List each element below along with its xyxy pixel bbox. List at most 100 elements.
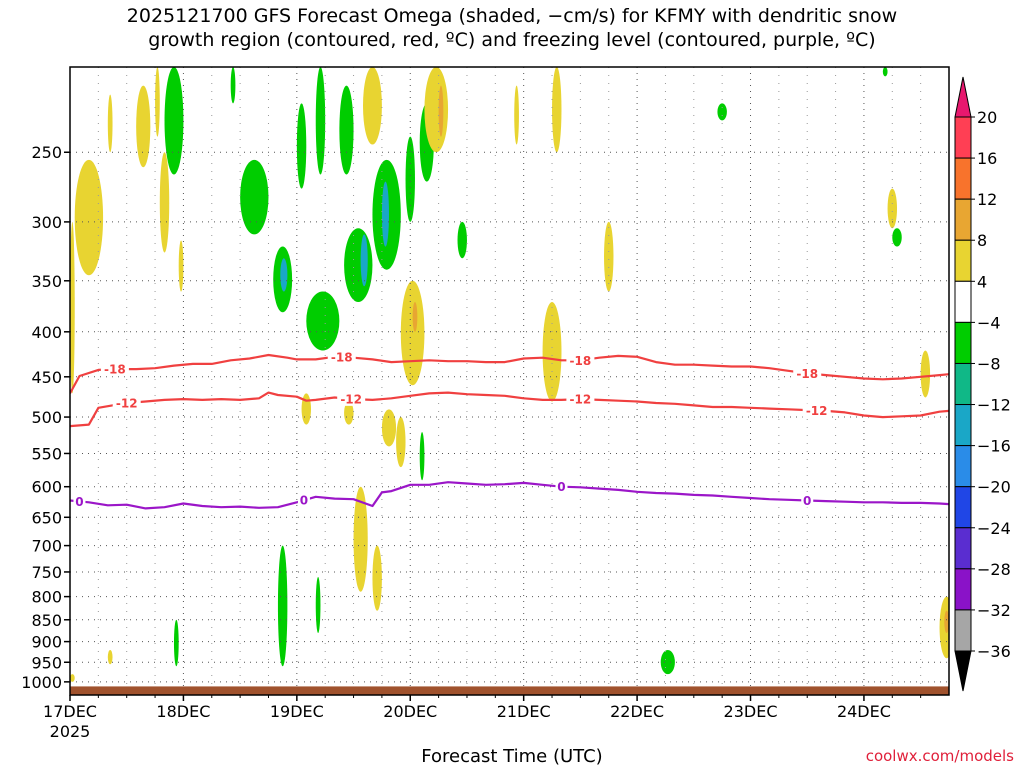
y-tick-label: 250 [31, 143, 62, 162]
colorbar-label: −16 [977, 437, 1011, 456]
contour-label: 0 [803, 494, 811, 508]
colorbar-swatch [954, 404, 972, 447]
colorbar-swatch [954, 568, 972, 611]
x-tick-label: 19DEC [270, 702, 324, 721]
y-tick-label: 450 [31, 368, 62, 387]
omega-cell [882, 67, 888, 77]
contour-label: -12 [806, 404, 828, 418]
contour-label: -18 [331, 351, 353, 365]
contour-label: -12 [340, 392, 362, 406]
omega-cell [107, 94, 113, 153]
y-tick-label: 900 [31, 633, 62, 652]
contour-line [70, 481, 949, 510]
chart-svg: -18 -18 -18 -18 -12 -12 -12 -12 0 0 0 0 250 300 350 40… [21, 66, 1011, 741]
omega-cell [315, 577, 321, 634]
plot-frame [69, 66, 950, 696]
x-tick-label: 22DEC [610, 702, 664, 721]
colorbar-top-arrow [954, 76, 972, 118]
colorbar-label: −32 [977, 601, 1011, 620]
omega-cell [396, 417, 406, 468]
omega-cell [178, 240, 184, 292]
y-tick-label: 950 [31, 653, 62, 672]
colorbar-swatch [954, 239, 972, 282]
colorbar-label: −12 [977, 396, 1011, 415]
omega-cell [424, 67, 449, 153]
y-tick-label: 300 [31, 213, 62, 232]
omega-cell [363, 67, 382, 145]
colorbar: 20 16 12 8 4 −4 −8 −12 −16 −20 −24 −28 −32 −36 [954, 76, 1011, 692]
contour-label: -12 [570, 393, 592, 407]
x-tick-label: 24DEC [837, 702, 891, 721]
omega-cell [400, 280, 425, 386]
omega-cell [412, 302, 418, 332]
colorbar-swatch [954, 609, 972, 652]
terrain-band [70, 686, 949, 695]
y-tick-label: 650 [31, 508, 62, 527]
colorbar-label: −4 [977, 313, 1001, 332]
contour-label: -12 [116, 397, 138, 411]
colorbar-swatch [954, 527, 972, 570]
contour-label: -18 [104, 363, 126, 377]
omega-cell [381, 181, 389, 247]
omega-cell [892, 228, 902, 247]
omega-cell [280, 258, 288, 292]
contour-label: 0 [557, 480, 565, 494]
contour-label: 0 [75, 495, 83, 509]
omega-cell [405, 136, 415, 222]
colorbar-swatch [954, 116, 972, 159]
omega-cell [107, 650, 113, 665]
colorbar-label: 20 [977, 108, 997, 127]
omega-cell [173, 619, 179, 667]
omega-cell [164, 67, 184, 175]
colorbar-label: −36 [977, 642, 1011, 661]
y-tick-label: 500 [31, 408, 62, 427]
x-tick-label: 23DEC [724, 702, 778, 721]
colorbar-label: −28 [977, 560, 1011, 579]
omega-cell [419, 432, 425, 481]
terrain [70, 686, 949, 695]
omega-cell [344, 228, 373, 303]
y-tick-label: 850 [31, 611, 62, 630]
omega-cell [660, 650, 675, 675]
omega-cell [136, 85, 151, 168]
omega-cell [155, 67, 160, 137]
colorbar-swatch [954, 280, 972, 323]
y-tick-label: 350 [31, 272, 62, 291]
y-axis-ticks: 250 300 350 400 450 500 550 600 650 700 750 800 850 9… [21, 143, 70, 692]
colorbar-label: −24 [977, 519, 1011, 538]
omega-cell [301, 393, 312, 425]
omega-cell [514, 85, 519, 145]
omega-cell [315, 67, 326, 175]
y-tick-label: 550 [31, 444, 62, 463]
omega-cell [604, 221, 614, 292]
x-axis-ticks: 17DEC2025 18DEC 19DEC 20DEC 21DEC 22DEC 23DEC 2… [43, 695, 922, 741]
colorbar-swatch [954, 362, 972, 406]
omega-cell [159, 152, 170, 253]
colorbar-label: 8 [977, 231, 987, 250]
omega-cell [240, 159, 269, 235]
grid [69, 67, 949, 695]
colorbar-label: −20 [977, 478, 1011, 497]
omega-cell [438, 85, 444, 137]
colorbar-swatch [954, 486, 972, 529]
x-tick-label: 17DEC [43, 702, 97, 721]
contours: -18 -18 -18 -18 -12 -12 -12 -12 0 0 0 0 [70, 350, 949, 510]
omega-cell [920, 350, 931, 398]
omega-cell [230, 67, 236, 104]
credit-text[interactable]: coolwx.com/models [866, 747, 1014, 765]
omega-cell [542, 302, 562, 402]
omega-cell [360, 234, 368, 287]
omega-cell [306, 291, 340, 351]
y-tick-label: 800 [31, 588, 62, 607]
omega-cell [552, 67, 562, 153]
colorbar-label: 16 [977, 149, 997, 168]
y-tick-label: 1000 [21, 673, 62, 692]
omega-cell [277, 545, 288, 667]
colorbar-bottom-arrow [954, 650, 972, 692]
x-tick-label: 18DEC [156, 702, 210, 721]
x-tick-sublabel: 2025 [50, 722, 91, 741]
y-tick-label: 700 [31, 537, 62, 556]
contour-label: -18 [796, 367, 818, 381]
omega-cell [74, 159, 104, 276]
colorbar-label: 12 [977, 190, 997, 209]
